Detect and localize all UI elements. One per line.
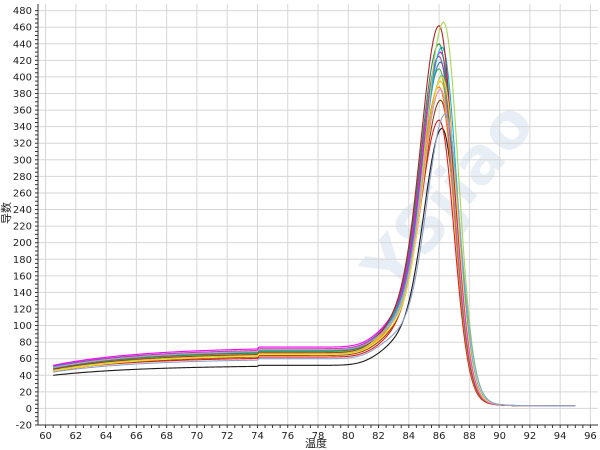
x-tick-label: 76 bbox=[281, 431, 294, 442]
x-tick-label: 60 bbox=[39, 431, 52, 442]
y-tick-label: 0 bbox=[26, 404, 32, 415]
y-tick-label: 20 bbox=[19, 387, 32, 398]
x-tick-label: 92 bbox=[524, 431, 537, 442]
x-tick-label: 88 bbox=[463, 431, 476, 442]
y-tick-label: 440 bbox=[13, 39, 32, 50]
y-tick-label: 260 bbox=[13, 188, 32, 199]
x-tick-label: 84 bbox=[402, 431, 415, 442]
x-tick-label: 66 bbox=[130, 431, 143, 442]
y-tick-label: 320 bbox=[13, 139, 32, 150]
x-tick-label: 74 bbox=[251, 431, 264, 442]
y-tick-label: 300 bbox=[13, 155, 32, 166]
y-tick-label: 40 bbox=[19, 371, 32, 382]
y-tick-label: 280 bbox=[13, 172, 32, 183]
y-tick-label: 360 bbox=[13, 106, 32, 117]
y-tick-label: 480 bbox=[13, 6, 32, 17]
y-tick-label: 180 bbox=[13, 255, 32, 266]
x-tick-label: 80 bbox=[342, 431, 355, 442]
y-tick-label: 80 bbox=[19, 338, 32, 349]
x-tick-label: 70 bbox=[191, 431, 204, 442]
x-tick-label: 96 bbox=[584, 431, 597, 442]
y-tick-label: 140 bbox=[13, 288, 32, 299]
y-tick-label: 420 bbox=[13, 56, 32, 67]
plot-background bbox=[0, 0, 600, 450]
y-tick-label: 400 bbox=[13, 72, 32, 83]
y-tick-label: 200 bbox=[13, 238, 32, 249]
y-tick-label: -20 bbox=[16, 421, 32, 432]
melt-curve-chart: YSjiao 60 62 64 66 68 70 72 74 76 78 80 82 84 86 88 90 9… bbox=[0, 0, 600, 450]
x-tick-label: 64 bbox=[100, 431, 113, 442]
y-tick-label: 100 bbox=[13, 321, 32, 332]
x-tick-label: 68 bbox=[160, 431, 173, 442]
y-tick-label: 60 bbox=[19, 354, 32, 365]
y-tick-label: 380 bbox=[13, 89, 32, 100]
y-axis-label: 导数 bbox=[0, 202, 13, 224]
x-tick-label: 62 bbox=[69, 431, 82, 442]
x-tick-label: 94 bbox=[554, 431, 567, 442]
y-tick-label: 160 bbox=[13, 271, 32, 282]
y-tick-label: 240 bbox=[13, 205, 32, 216]
x-tick-label: 82 bbox=[372, 431, 385, 442]
x-tick-label: 90 bbox=[493, 431, 506, 442]
y-tick-label: 460 bbox=[13, 23, 32, 34]
x-tick-label: 86 bbox=[433, 431, 446, 442]
y-tick-label: 220 bbox=[13, 222, 32, 233]
y-tick-label: 340 bbox=[13, 122, 32, 133]
x-tick-label: 72 bbox=[221, 431, 234, 442]
x-axis-label: 温度 bbox=[305, 436, 327, 450]
y-tick-label: 120 bbox=[13, 304, 32, 315]
